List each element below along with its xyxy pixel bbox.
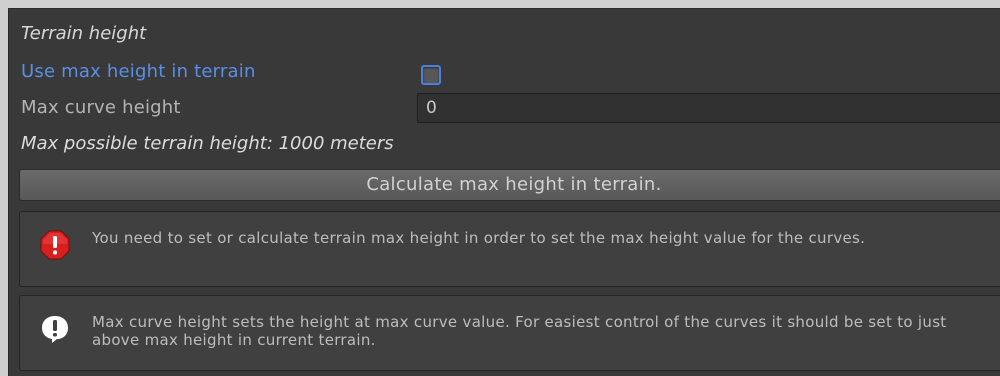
- use-max-height-label: Use max height in terrain: [21, 61, 256, 82]
- max-curve-height-label: Max curve height: [21, 97, 181, 118]
- terrain-height-panel: Terrain height Use max height in terrain…: [8, 8, 1000, 376]
- max-possible-height-text: Max possible terrain height: 1000 meters: [21, 133, 394, 154]
- info-help-text: Max curve height sets the height at max …: [92, 313, 947, 349]
- max-curve-height-field[interactable]: [417, 93, 1000, 123]
- calculate-max-height-button[interactable]: Calculate max height in terrain.: [19, 169, 1000, 201]
- error-icon: [40, 230, 70, 260]
- info-icon: [42, 316, 68, 343]
- use-max-height-checkbox[interactable]: [421, 65, 441, 85]
- section-title: Terrain height: [21, 23, 147, 44]
- error-help-text: You need to set or calculate terrain max…: [92, 229, 866, 247]
- error-help-box: You need to set or calculate terrain max…: [19, 211, 1000, 287]
- info-help-box: Max curve height sets the height at max …: [19, 295, 1000, 371]
